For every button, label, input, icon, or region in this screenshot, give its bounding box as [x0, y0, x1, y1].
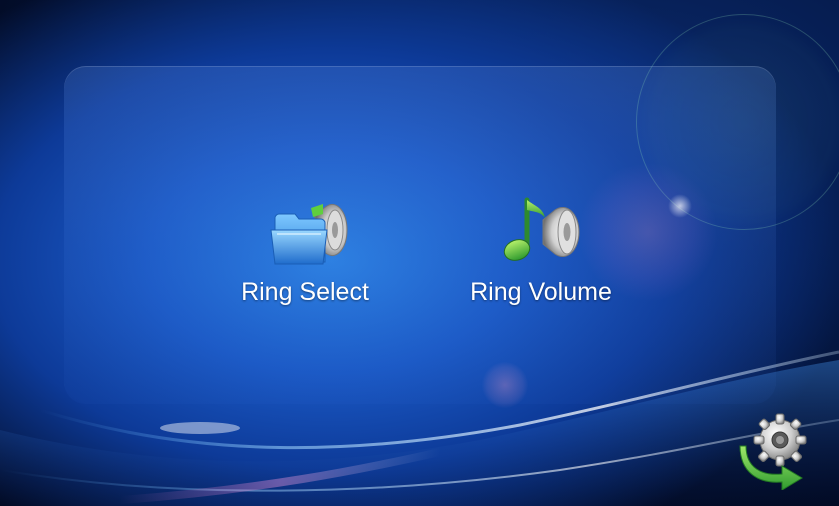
ring-settings-screen: Ring Select Ring Volume — [0, 0, 839, 506]
music-speaker-icon — [503, 197, 580, 261]
ring-volume-label: Ring Volume — [470, 278, 612, 306]
ring-select-button[interactable]: Ring Select — [220, 184, 390, 307]
folder-speaker-icon — [270, 204, 348, 265]
settings-back-button[interactable] — [736, 410, 816, 490]
lens-flare-glow-small — [482, 362, 528, 408]
gear-back-arrow-icon — [739, 413, 807, 490]
ring-volume-button[interactable]: Ring Volume — [448, 184, 634, 307]
ring-select-label: Ring Select — [241, 278, 369, 306]
lens-flare-sparkle — [668, 194, 692, 218]
